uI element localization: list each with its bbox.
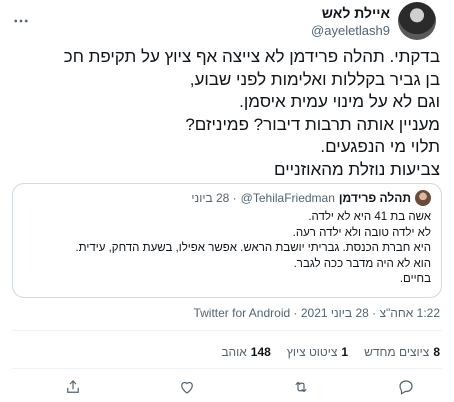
retweets-stat[interactable]: 8ציוצים מחדש bbox=[364, 345, 440, 359]
quotes-label: ציטוט ציוץ bbox=[286, 345, 338, 359]
author-display-name[interactable]: איילת לאש bbox=[311, 4, 390, 22]
quoted-tweet-header: תהלה פרידמן @TehilaFriedman · 28 ביוני bbox=[191, 190, 431, 206]
quoted-avatar bbox=[415, 190, 431, 206]
reply-icon[interactable] bbox=[395, 376, 417, 398]
quoted-line: היא חברת הכנסת. גבריתי יושבת הראש. אפשר … bbox=[75, 242, 431, 254]
retweets-count: 8 bbox=[433, 345, 440, 359]
quoted-line: אשה בת 41 היא לא ילדה. bbox=[308, 211, 431, 223]
share-icon[interactable] bbox=[62, 376, 84, 398]
author-handle[interactable]: @ayeletlash9 bbox=[311, 22, 390, 40]
tweet-timestamp[interactable]: 1:22 אחה"צ · 28 ביוני 2021 · bbox=[294, 306, 440, 320]
tweet-line: בן גביר בקללות ואלימות לפני שבוע, bbox=[189, 69, 440, 89]
likes-count: 148 bbox=[250, 345, 271, 359]
quoted-author-handle: @TehilaFriedman bbox=[240, 191, 335, 205]
tweet-line: תלוי מי הנפגעים. bbox=[320, 137, 440, 156]
retweets-label: ציוצים מחדש bbox=[364, 345, 430, 359]
author-names: איילת לאש @ayeletlash9 bbox=[311, 4, 390, 40]
tweet-line: וגם לא על מינוי עמית איסמן. bbox=[239, 92, 440, 111]
tweet-source-app[interactable]: Twitter for Android bbox=[193, 306, 290, 320]
quoted-date: · 28 ביוני bbox=[191, 191, 237, 205]
tweet-text: בדקתי. תהלה פרידמן לא צייצה אף ציוץ על ת… bbox=[10, 46, 440, 181]
quoted-tweet[interactable]: תהלה פרידמן @TehilaFriedman · 28 ביוני א… bbox=[12, 183, 442, 298]
more-options-icon[interactable] bbox=[10, 10, 32, 32]
avatar[interactable] bbox=[398, 2, 436, 40]
divider bbox=[12, 368, 442, 369]
tweet-stats: 8ציוצים מחדש 1ציטוט ציוץ 148אוהב bbox=[221, 345, 440, 359]
quoted-line: הוא לא היה מדבר ככה לגבר. bbox=[293, 257, 431, 270]
tweet-line: בדקתי. תהלה פרידמן לא צייצה אף ציוץ על ת… bbox=[63, 47, 440, 66]
tweet: איילת לאש @ayeletlash9 בדקתי. תהלה פרידמ… bbox=[0, 0, 454, 402]
likes-stat[interactable]: 148אוהב bbox=[221, 345, 270, 359]
retweet-icon[interactable] bbox=[290, 376, 312, 398]
tweet-header: איילת לאש @ayeletlash9 bbox=[0, 0, 454, 44]
divider bbox=[12, 330, 442, 331]
quoted-line: לא ילדה טובה ולא ילדה רעה. bbox=[292, 226, 431, 239]
tweet-line: צביעות נוזלת מהאוזניים bbox=[274, 159, 440, 179]
quotes-count: 1 bbox=[341, 345, 349, 359]
tweet-actions bbox=[0, 372, 454, 400]
tweet-meta: 1:22 אחה"צ · 28 ביוני 2021 · Twitter for… bbox=[193, 306, 440, 320]
quoted-author-name: תהלה פרידמן bbox=[338, 191, 411, 205]
tweet-line: מעניין אותה תרבות דיבור? פמיניזם? bbox=[185, 114, 440, 134]
quotes-stat[interactable]: 1ציטוט ציוץ bbox=[287, 345, 348, 359]
quoted-line: בחיים. bbox=[399, 273, 431, 285]
likes-label: אוהב bbox=[221, 345, 247, 359]
heart-icon[interactable] bbox=[176, 376, 198, 398]
quoted-tweet-text: אשה בת 41 היא לא ילדה. לא ילדה טובה ולא … bbox=[23, 210, 431, 288]
